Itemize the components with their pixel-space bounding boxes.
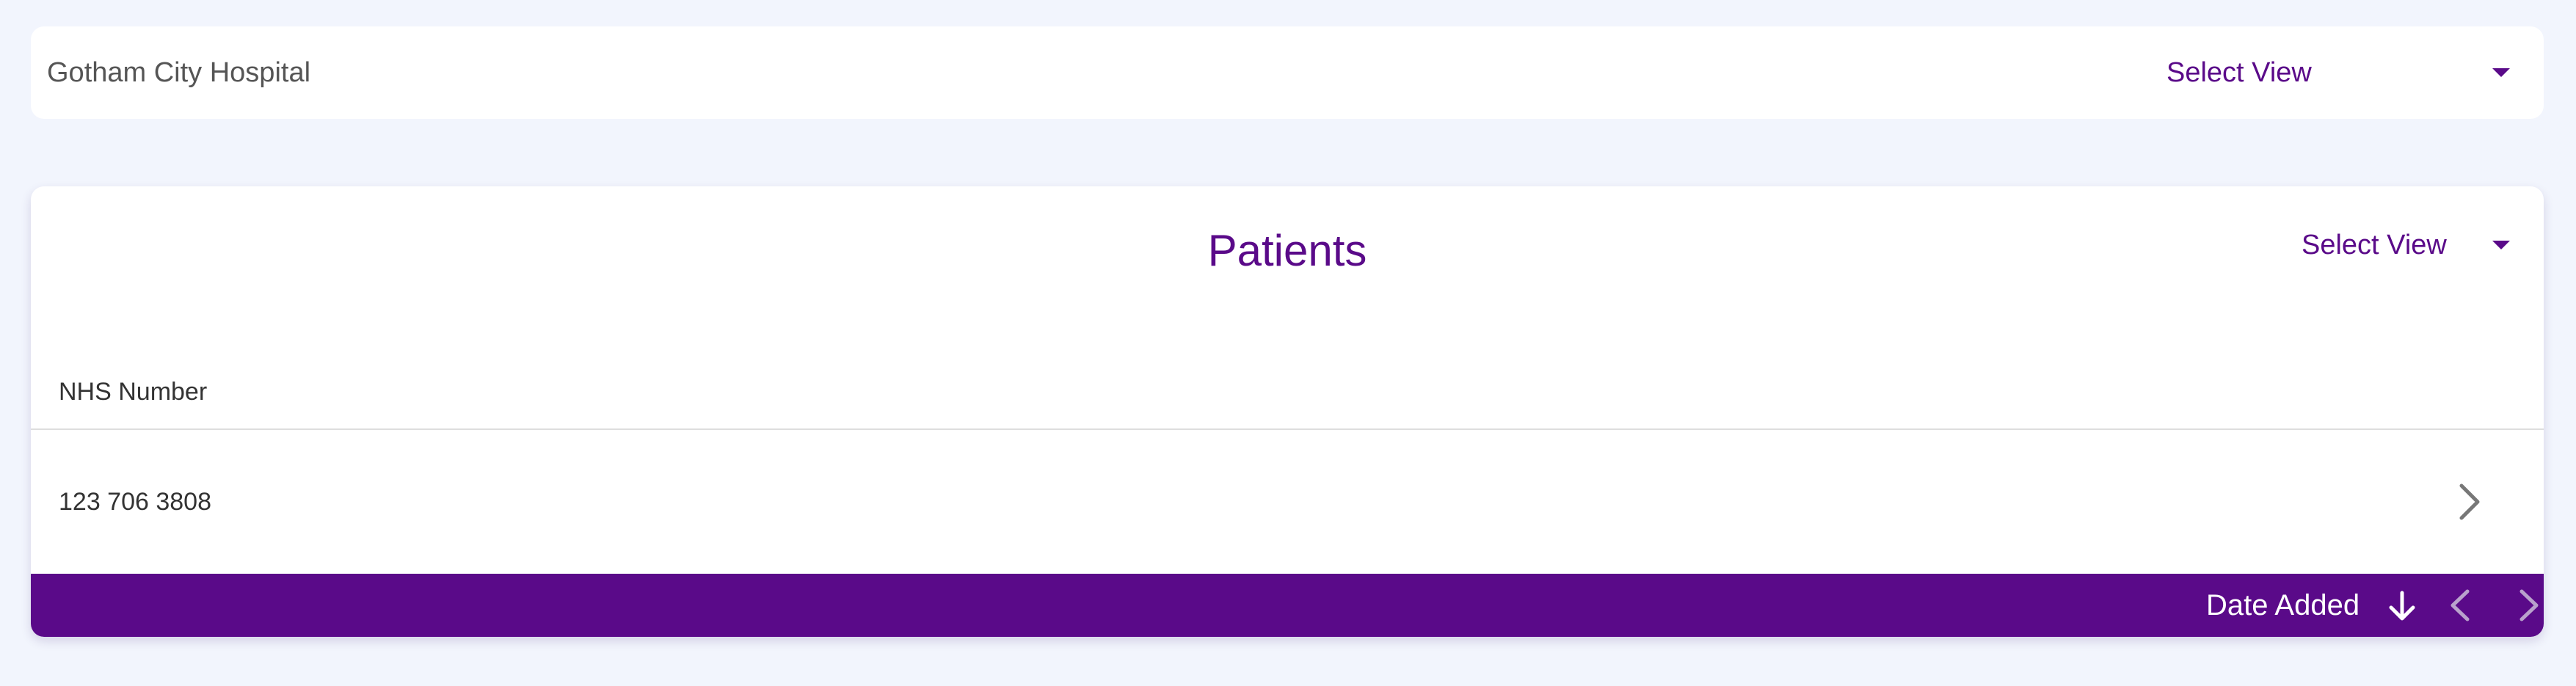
caret-down-icon <box>2492 68 2510 77</box>
table-row[interactable]: 123 706 3808 <box>31 430 2544 574</box>
organization-name: Gotham City Hospital <box>47 57 311 88</box>
chevron-left-icon[interactable] <box>2445 588 2475 622</box>
caret-down-icon <box>2492 241 2510 249</box>
nhs-number-cell: 123 706 3808 <box>59 488 211 516</box>
page-title: Patients <box>1207 226 1367 275</box>
patients-select-view-dropdown[interactable]: Select View <box>2302 216 2522 274</box>
organization-header-card: Gotham City Hospital Select View <box>31 26 2544 119</box>
arrow-down-icon[interactable] <box>2387 590 2417 622</box>
sort-by-date-added-button[interactable]: Date Added <box>2206 574 2359 637</box>
table-footer-bar: Date Added <box>31 574 2544 637</box>
header-select-view-dropdown[interactable]: Select View <box>2166 26 2522 119</box>
header-select-view-label: Select View <box>2166 57 2312 88</box>
table-header: NHS Number <box>31 354 2544 430</box>
chevron-right-icon[interactable] <box>2451 481 2486 522</box>
column-header-nhs-number: NHS Number <box>59 378 208 406</box>
patients-select-view-label: Select View <box>2302 230 2447 260</box>
patients-card: Patients Select View NHS Number 123 706 … <box>31 186 2544 637</box>
chevron-right-icon[interactable] <box>2514 588 2544 622</box>
